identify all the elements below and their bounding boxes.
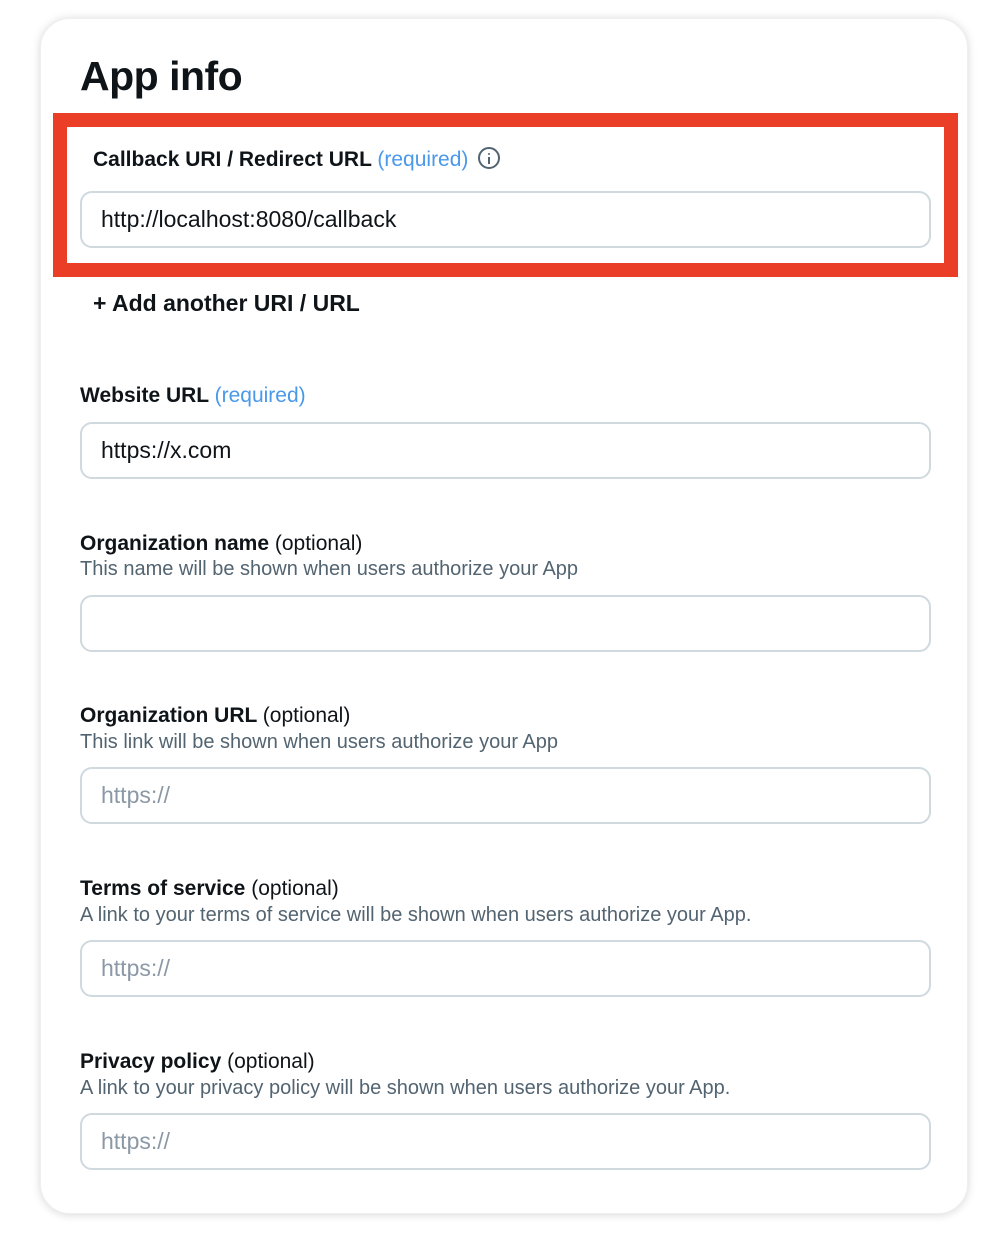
organization-name-label-text: Organization name	[80, 532, 270, 555]
add-another-uri-button[interactable]: + Add another URI / URL	[93, 288, 360, 318]
organization-name-label: Organization name (optional)	[80, 531, 362, 557]
organization-url-optional-tag: (optional)	[262, 704, 351, 727]
organization-url-label-text: Organization URL	[80, 704, 257, 727]
website-url-field-wrapper	[80, 422, 931, 479]
organization-url-input[interactable]	[82, 769, 929, 822]
website-url-label-text: Website URL	[80, 384, 209, 407]
website-url-label: Website URL (required)	[80, 383, 306, 409]
organization-url-field-wrapper	[80, 767, 931, 824]
website-url-input[interactable]	[82, 424, 929, 477]
privacy-policy-optional-tag: (optional)	[227, 1050, 315, 1073]
callback-highlight-box	[53, 113, 958, 277]
terms-of-service-field-wrapper	[80, 940, 931, 997]
terms-of-service-description: A link to your terms of service will be …	[80, 904, 752, 926]
privacy-policy-field-wrapper	[80, 1113, 931, 1170]
privacy-policy-description: A link to your privacy policy will be sh…	[80, 1077, 731, 1099]
organization-name-field-wrapper	[80, 595, 931, 652]
privacy-policy-label: Privacy policy (optional)	[80, 1049, 315, 1075]
terms-of-service-label-text: Terms of service	[80, 877, 246, 900]
organization-url-label: Organization URL (optional)	[80, 703, 350, 729]
terms-of-service-input[interactable]	[82, 942, 929, 995]
organization-name-optional-tag: (optional)	[274, 532, 363, 555]
privacy-policy-input[interactable]	[82, 1115, 929, 1168]
terms-of-service-label: Terms of service (optional)	[80, 876, 339, 902]
page-title: App info	[80, 53, 243, 99]
terms-of-service-optional-tag: (optional)	[251, 877, 339, 900]
organization-name-input[interactable]	[82, 597, 929, 650]
organization-name-description: This name will be shown when users autho…	[80, 558, 579, 580]
privacy-policy-label-text: Privacy policy	[80, 1050, 222, 1073]
organization-url-description: This link will be shown when users autho…	[80, 731, 559, 753]
website-url-required-tag: (required)	[214, 384, 306, 407]
